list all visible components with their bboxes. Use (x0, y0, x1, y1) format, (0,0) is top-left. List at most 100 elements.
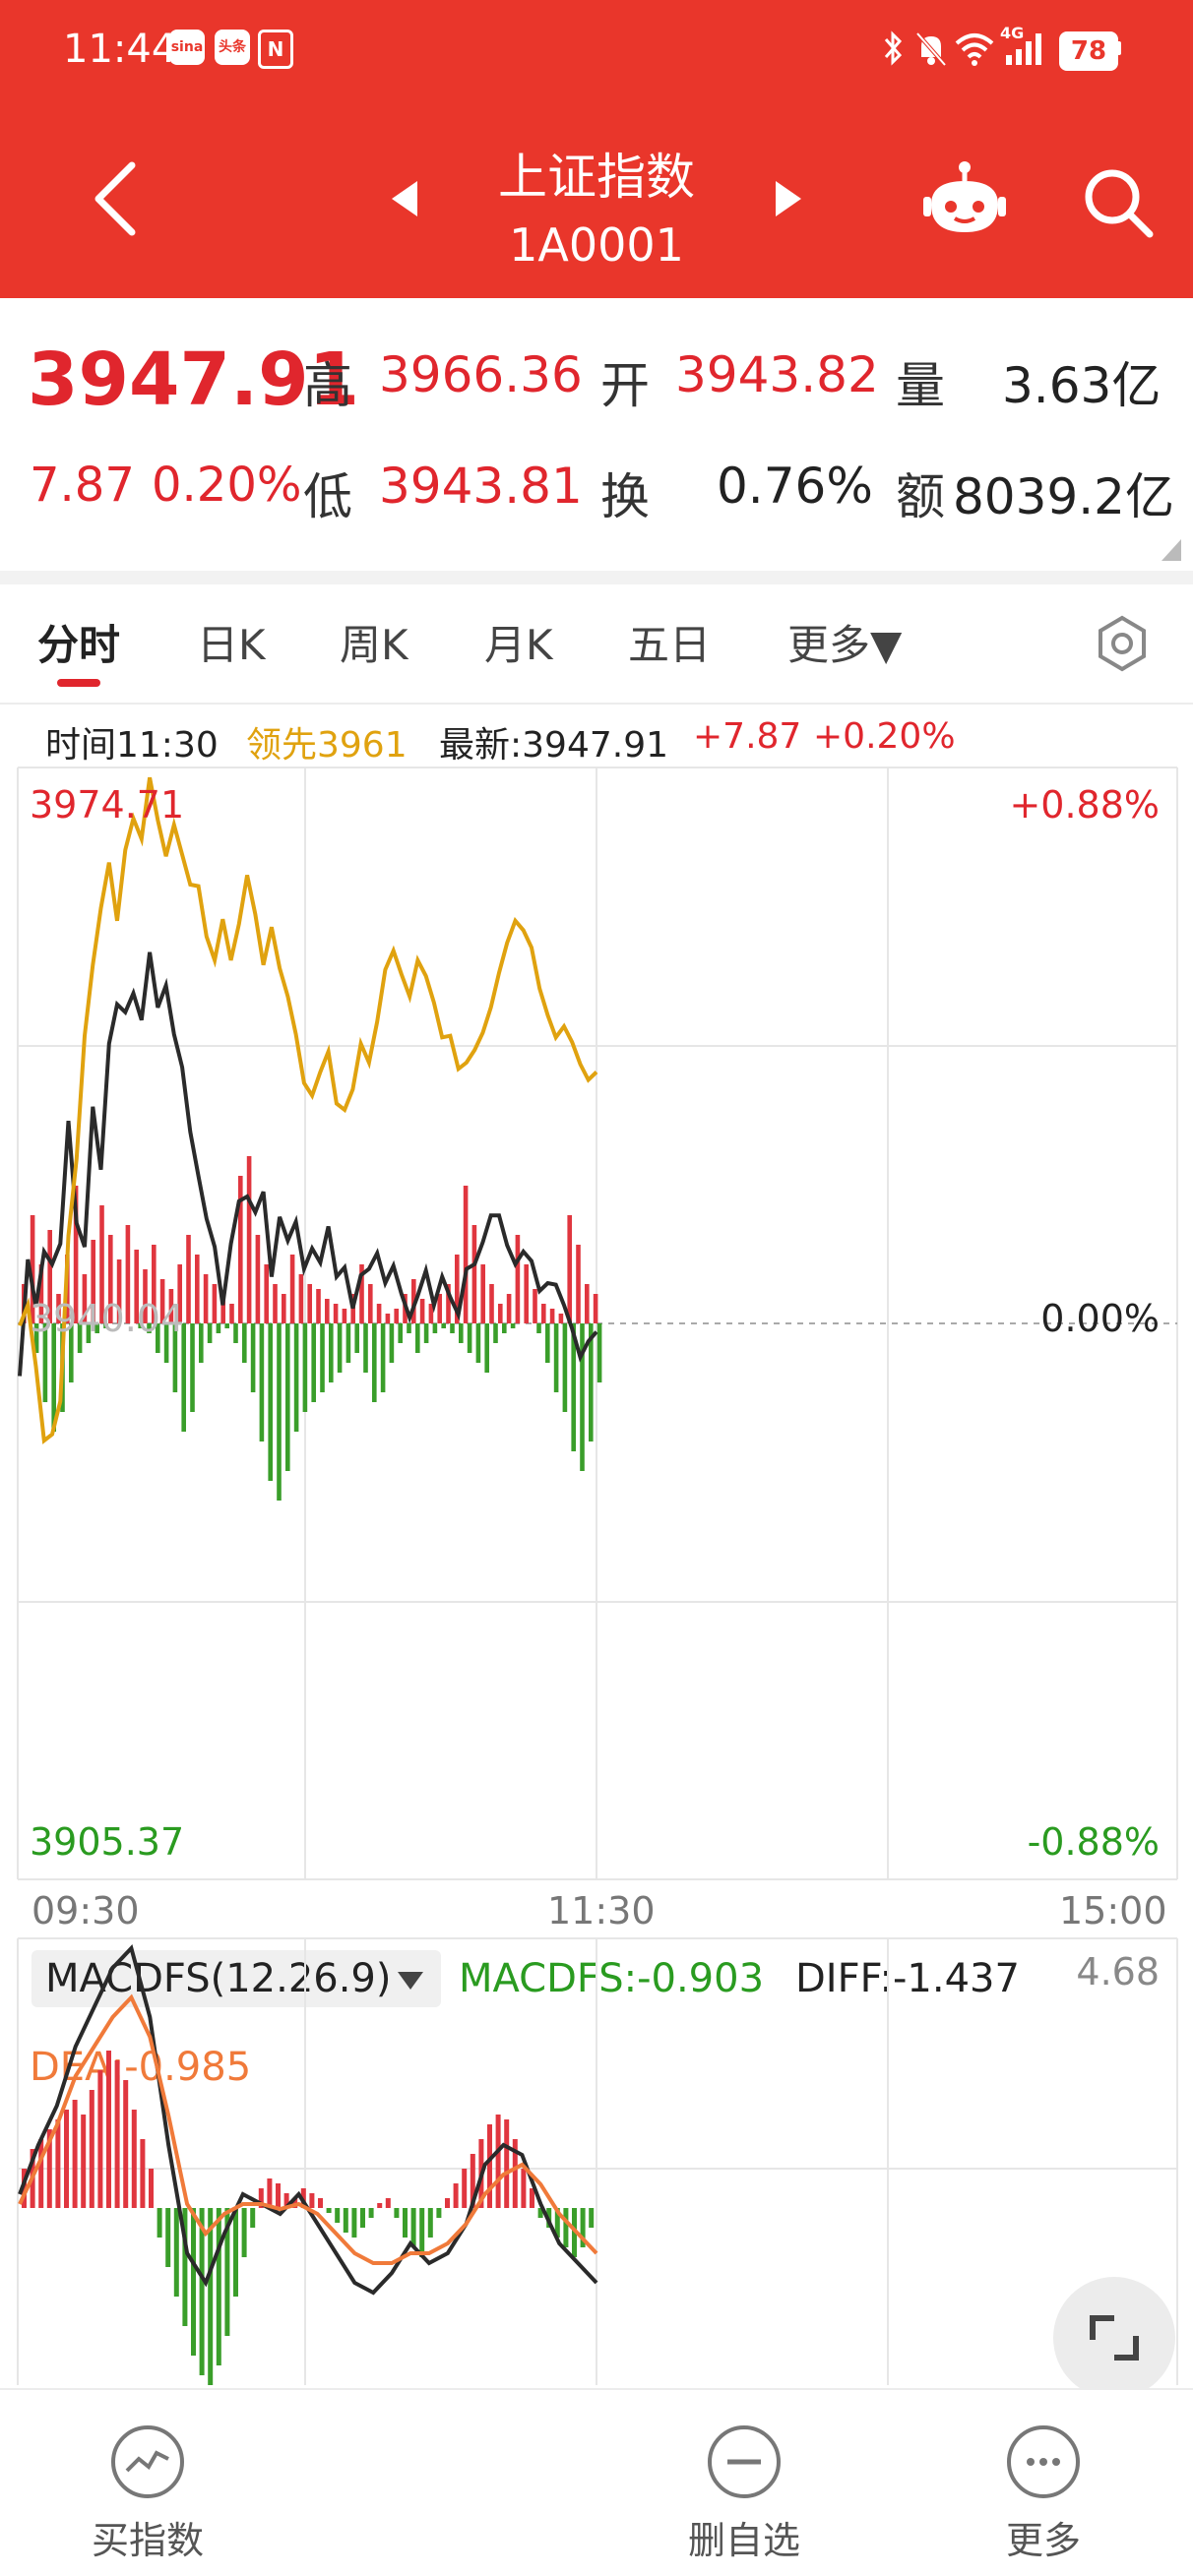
flow-bar-up (325, 1299, 330, 1323)
flow-bar-up (515, 1235, 521, 1323)
macd-bar-up (470, 2154, 475, 2208)
y-bottom-label: 3905.37 (30, 1820, 185, 1864)
flow-bar-up (455, 1255, 460, 1323)
flow-bar-down (415, 1323, 420, 1353)
macd-bar-down (563, 2208, 569, 2247)
flow-bar-up (541, 1304, 546, 1323)
macd-bar-up (283, 2193, 289, 2208)
flow-bar-up (264, 1264, 269, 1323)
flow-bar-up (576, 1245, 581, 1323)
macd-bar-up (453, 2183, 459, 2208)
macd-bar-down (233, 2208, 238, 2297)
tab-five-day[interactable]: 五日 (628, 612, 711, 672)
next-stock-icon[interactable] (768, 177, 807, 220)
flow-bar-up (289, 1255, 295, 1323)
flow-bar-down (207, 1323, 213, 1343)
macdfs-value: MACDFS:-0.903 (459, 1956, 765, 2001)
flow-bar-down (345, 1323, 351, 1363)
sina-badge: sina (169, 30, 205, 65)
status-time: 11:44 (63, 27, 177, 72)
nfc-badge: N (258, 30, 293, 69)
macd-bar-up (487, 2124, 492, 2208)
macd-bar-up (131, 2110, 137, 2208)
pct-bottom-label: -0.88% (1027, 1820, 1160, 1864)
macd-bar-down (241, 2208, 247, 2257)
tab-more[interactable]: 更多▼ (787, 612, 902, 672)
macd-bar-up (22, 2169, 27, 2208)
flow-bar-down (233, 1323, 238, 1343)
flow-bar-down (432, 1323, 438, 1333)
remove-watchlist-button[interactable]: 删自选 (646, 2425, 843, 2564)
dea-value: DEA:-0.985 (30, 2045, 252, 2090)
flow-bar-up (212, 1284, 218, 1323)
fullscreen-button[interactable] (1053, 2277, 1175, 2399)
macd-bar-up (462, 2169, 468, 2208)
flow-bar-up (359, 1264, 364, 1323)
tab-daily-k[interactable]: 日K (197, 612, 266, 672)
pct-mid-label: 0.00% (1040, 1297, 1160, 1340)
macd-bar-down (224, 2208, 230, 2336)
macd-bar-down (589, 2208, 595, 2228)
flow-bar-down (216, 1323, 221, 1333)
flow-bar-up (533, 1289, 537, 1323)
flow-bar-up (273, 1284, 278, 1323)
x-label-close: 15:00 (1059, 1889, 1167, 1932)
macd-bar-up (300, 2188, 306, 2208)
macd-bar-up (385, 2198, 391, 2208)
flow-bar-down (510, 1323, 516, 1328)
macd-bar-down (157, 2208, 162, 2238)
macd-bar-up (276, 2183, 281, 2208)
settings-icon[interactable] (1093, 614, 1152, 673)
macd-bar-up (46, 2129, 52, 2208)
buy-index-button[interactable]: 买指数 (49, 2425, 246, 2564)
flow-bar-down (190, 1323, 195, 1412)
flow-bar-down (459, 1323, 464, 1343)
macd-bar-up (140, 2139, 146, 2208)
macd-bar-down (343, 2208, 348, 2233)
remove-watchlist-label: 删自选 (687, 2519, 800, 2562)
flow-bar-up (593, 1294, 598, 1323)
app-header: 11:44 sina 头条 N 4G 78 上证指数 1A0001 (0, 0, 1193, 298)
flow-bar-down (250, 1323, 256, 1392)
robot-icon[interactable] (921, 157, 1008, 240)
flow-bar-up (195, 1255, 200, 1323)
search-icon[interactable] (1081, 165, 1156, 240)
flow-bar-up (203, 1274, 209, 1323)
flow-bar-up (255, 1235, 261, 1323)
flow-bar-down (580, 1323, 585, 1471)
macd-bar-down (182, 2208, 188, 2326)
more-button[interactable]: 更多 (945, 2425, 1142, 2564)
signal-icon (1006, 33, 1041, 65)
pct-top-label: +0.88% (1009, 783, 1160, 827)
dropdown-icon (398, 1972, 423, 1990)
flow-bar-down (199, 1323, 204, 1363)
tab-active-underline (57, 679, 100, 687)
flow-bar-down (450, 1323, 455, 1333)
flow-bar-down (311, 1323, 316, 1402)
flow-bar-up (246, 1156, 252, 1323)
macd-bar-down (199, 2208, 205, 2375)
flow-bar-down (277, 1323, 282, 1501)
low-label: 低 (303, 468, 352, 525)
flow-bar-down (553, 1323, 559, 1392)
macd-bar-down (537, 2208, 543, 2218)
tabs-divider (0, 703, 1193, 705)
macd-bar-up (123, 2080, 129, 2208)
flow-bar-down (536, 1323, 541, 1333)
flow-bar-down (493, 1323, 498, 1343)
corner-indicator-icon (1162, 539, 1181, 561)
tab-intraday[interactable]: 分时 (37, 612, 120, 672)
flow-bar-down (596, 1323, 602, 1382)
flow-bar-up (585, 1284, 590, 1323)
flow-bar-up (350, 1294, 355, 1323)
tab-weekly-k[interactable]: 周K (340, 612, 408, 672)
volume-value: 3.63亿 (1002, 357, 1162, 414)
tab-monthly-k[interactable]: 月K (484, 612, 553, 672)
macd-bar-down (410, 2208, 416, 2247)
bluetooth-icon (884, 31, 903, 66)
macd-bar-down (368, 2208, 374, 2218)
flow-bar-down (562, 1323, 568, 1412)
macd-bar-up (445, 2198, 450, 2208)
flow-bar-up (368, 1284, 373, 1323)
flow-bar-up (437, 1294, 442, 1323)
